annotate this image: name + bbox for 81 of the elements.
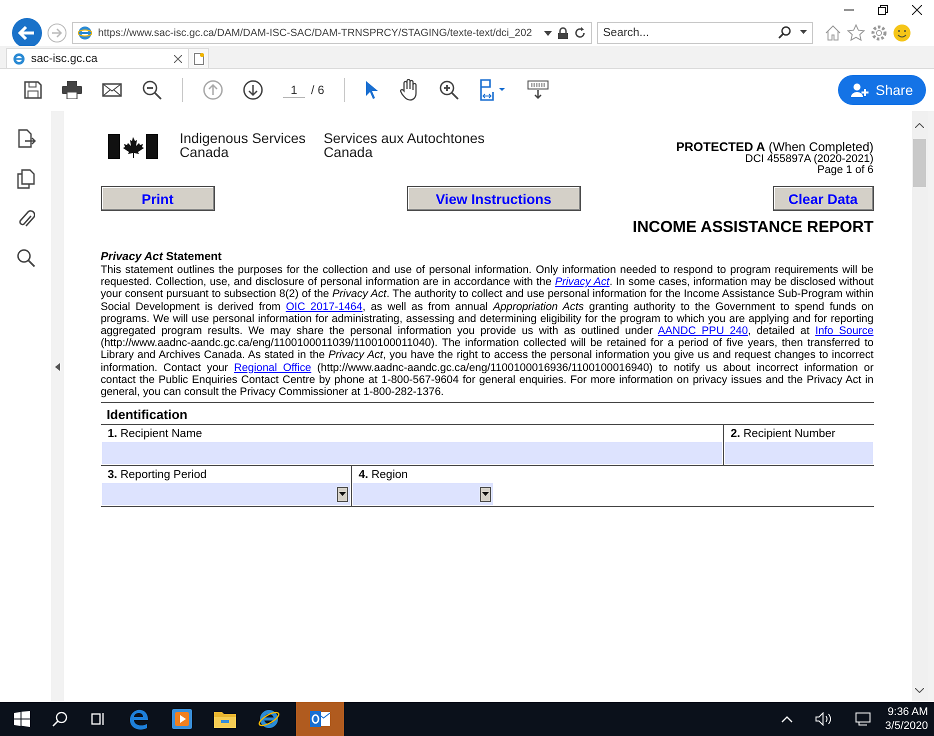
browser-logo-icon bbox=[13, 52, 25, 64]
privacy-statement: This statement outlines the purposes for the collection and use of personal information. Only information needed to respond to program requirements will be requested. Collection, use, and disclosure of personal information are in accordance with the Privacy Act. In some cases, information may be disclosed without your consent pursuant to subsection 8(2) of the Privacy Act. The authority to collect and use personal information for the Income Assistance Sub-Program within Social Development is derived from OIC 2017-1464, as well as from annual Appropriation Acts granting authority to the Government to spend funds on programs. We will use personal information for administrating, assessing and determining eligibility for the program to which you are applying and for reporting aggregated program results. We may share the personal information you provide us with as outlined under AANDC PPU 240, detailed at Info Source (http://www.aadnc-aandc.gc.ca/eng/1100100011039/1100100011040). The information collected will be retained for a period of five years, then transferred to Library and Archives Canada. As stated in the Privacy Act, you have the right to access the personal information you give us and request changes to incorrect information. Contact your Regional Office (http://www.aadnc-aandc.gc.ca/eng/1100100016936/1100100016940) to notify us about incorrect information or contact the Public Enquiries Contact Centre by phone at 1-800-567-9604 for general enquiries. For more information on privacy issues and the Privacy Act in general, you can consult the Privacy Commissioner at 1-800-282-1376. bbox=[100, 264, 874, 398]
dropdown-field[interactable] bbox=[352, 483, 493, 506]
form-number: DCI 455897A (2020-2021) bbox=[745, 154, 874, 165]
input-field[interactable] bbox=[102, 442, 722, 464]
smiley-icon[interactable] bbox=[893, 24, 911, 42]
input-field[interactable] bbox=[724, 442, 873, 464]
print-button[interactable]: Print bbox=[100, 186, 215, 211]
canada-flag-icon bbox=[108, 134, 158, 159]
scrollbar-thumb[interactable] bbox=[913, 139, 926, 187]
text-link[interactable]: AANDC PPU 240 bbox=[658, 325, 748, 338]
folder-icon[interactable] bbox=[214, 710, 236, 728]
field-label: 4. Region bbox=[358, 468, 409, 484]
text-link[interactable]: OIC 2017-1464 bbox=[286, 300, 362, 313]
text-link[interactable]: Privacy Act bbox=[554, 276, 610, 288]
section-heading: Identification bbox=[100, 402, 874, 424]
volume-icon[interactable] bbox=[815, 712, 834, 726]
page-total: / 6 bbox=[311, 83, 324, 97]
zoom-in-icon[interactable] bbox=[439, 80, 460, 100]
department-name: Services aux Autochtones Canada bbox=[324, 131, 486, 159]
chevron-up-icon[interactable] bbox=[781, 716, 794, 722]
page-number-field[interactable]: 1 bbox=[283, 82, 305, 98]
browser-tab[interactable]: sac-isc.gc.ca bbox=[6, 48, 189, 68]
section-heading: Privacy Act Statement bbox=[100, 251, 223, 263]
field-label: 3. Reporting Period bbox=[106, 468, 208, 484]
text-link[interactable]: Info Source bbox=[815, 325, 874, 338]
clock-date[interactable]: 3/5/2020 bbox=[885, 719, 928, 733]
search-icon[interactable] bbox=[52, 711, 68, 727]
dropdown-icon[interactable] bbox=[336, 486, 348, 502]
restore-icon[interactable] bbox=[878, 5, 888, 15]
refresh-icon[interactable] bbox=[574, 27, 586, 39]
keyboard-icon[interactable] bbox=[527, 80, 550, 100]
fit-page-icon[interactable] bbox=[479, 79, 508, 101]
dropdown-icon[interactable] bbox=[800, 30, 807, 34]
mail-app-icon[interactable] bbox=[310, 710, 330, 728]
star-icon[interactable] bbox=[847, 24, 865, 42]
search-icon[interactable] bbox=[778, 26, 791, 39]
share-button[interactable]: Share bbox=[838, 75, 926, 105]
dropdown-icon[interactable] bbox=[544, 30, 552, 36]
mail-icon[interactable] bbox=[102, 83, 122, 97]
form-title: INCOME ASSISTANCE REPORT bbox=[632, 219, 874, 237]
home-icon[interactable] bbox=[824, 24, 842, 42]
dropdown-icon[interactable] bbox=[480, 486, 491, 502]
new-tab-icon[interactable] bbox=[194, 52, 204, 64]
media-player-icon[interactable] bbox=[172, 709, 192, 729]
text-link[interactable]: Regional Office bbox=[234, 362, 312, 374]
settings-icon[interactable] bbox=[870, 24, 888, 42]
view-instructions-button[interactable]: View Instructions bbox=[406, 186, 581, 211]
add-person-icon bbox=[850, 83, 869, 97]
protected-label: PROTECTED A (When Completed) bbox=[676, 141, 874, 154]
print-icon[interactable] bbox=[62, 81, 82, 99]
close-icon[interactable] bbox=[912, 5, 922, 15]
field-label: 1. Recipient Name bbox=[106, 427, 204, 442]
pages-icon[interactable] bbox=[16, 169, 35, 189]
next-page-icon[interactable] bbox=[243, 80, 263, 100]
page-indicator: Page 1 of 6 bbox=[817, 165, 874, 176]
export-icon[interactable] bbox=[16, 129, 36, 149]
url-text: https://www.sac-isc.gc.ca/DAM/DAM-ISC-SAC/DAM-TRNSPRCY/STAGING/texte-text/dci_202 bbox=[98, 28, 533, 38]
expand-panel-icon[interactable] bbox=[54, 362, 60, 370]
start-icon[interactable] bbox=[14, 711, 30, 727]
internet-explorer-icon[interactable] bbox=[258, 708, 280, 730]
paperclip-icon[interactable] bbox=[16, 209, 35, 229]
edge-browser-icon[interactable] bbox=[128, 708, 150, 730]
task-view-icon[interactable] bbox=[90, 711, 106, 727]
notification-icon[interactable] bbox=[855, 712, 872, 726]
field-label: 2. Recipient Number bbox=[730, 427, 836, 442]
search-field[interactable]: Search... bbox=[597, 22, 813, 44]
hand-icon[interactable] bbox=[399, 79, 420, 101]
address-bar[interactable]: https://www.sac-isc.gc.ca/DAM/DAM-ISC-SAC/DAM-TRNSPRCY/STAGING/texte-text/dci_202 bbox=[72, 22, 592, 44]
tab-title: sac-isc.gc.ca bbox=[31, 52, 98, 64]
dropdown-field[interactable] bbox=[102, 483, 350, 506]
pointer-icon[interactable] bbox=[365, 80, 380, 100]
department-name: Indigenous Services Canada bbox=[180, 131, 307, 159]
clear-data-button[interactable]: Clear Data bbox=[772, 186, 874, 211]
save-icon[interactable] bbox=[24, 81, 42, 99]
zoom-out-icon[interactable] bbox=[142, 80, 162, 100]
clock-time[interactable]: 9:36 AM bbox=[888, 705, 928, 719]
back-button[interactable] bbox=[12, 18, 42, 48]
search-icon[interactable] bbox=[16, 249, 35, 267]
lock-icon bbox=[558, 27, 568, 39]
browser-logo-icon bbox=[78, 26, 92, 40]
